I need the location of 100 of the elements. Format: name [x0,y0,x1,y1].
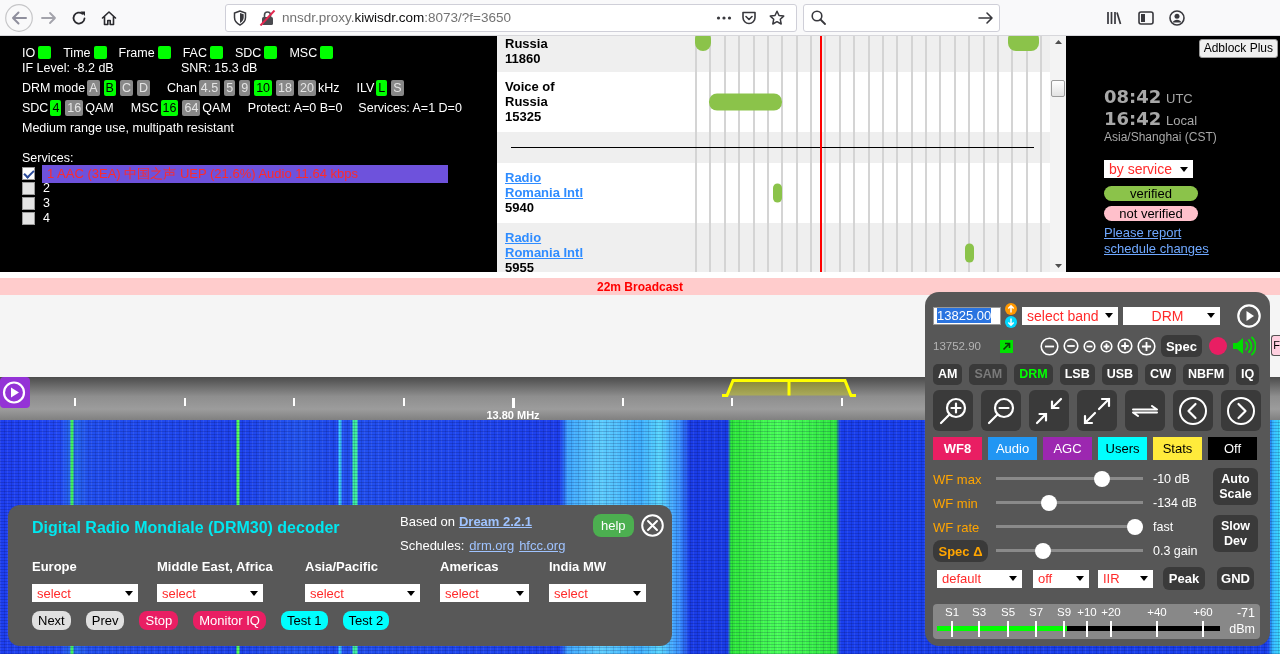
edge-button[interactable]: F [1271,335,1280,356]
star-icon[interactable] [769,9,785,26]
zoom-out-button[interactable] [981,390,1021,431]
panel-tab[interactable]: Off [1208,437,1257,460]
zoom-max-button[interactable] [1077,390,1117,431]
spec-button[interactable]: Spec [1161,335,1202,357]
decoder-button[interactable]: Prev [85,611,125,630]
indicator-label: Time [63,45,91,60]
minus-circle-icon[interactable] [1063,338,1079,354]
region-select[interactable]: select [157,584,263,602]
service-item[interactable]: 4 [42,211,448,226]
slider-thumb[interactable] [1035,543,1052,559]
panel-tab[interactable]: Stats [1153,437,1202,460]
region-select[interactable]: select [32,584,138,602]
speaker-icon[interactable] [1232,336,1256,356]
step-forward-button[interactable] [1221,390,1261,431]
close-icon[interactable] [640,514,664,537]
plus-circle-icon[interactable] [1117,338,1133,354]
scrollbar-thumb[interactable] [1051,80,1065,97]
shield-icon[interactable] [233,9,247,26]
slider-thumb[interactable] [1040,495,1057,511]
region-select[interactable]: select [305,584,420,602]
passband-marker[interactable] [722,379,856,397]
slider-thumb[interactable] [1127,519,1143,535]
step-back-button[interactable] [1173,390,1213,431]
mode-button[interactable]: USB [1101,364,1139,385]
mode-button[interactable]: DRM [1014,364,1053,385]
side-button[interactable]: Slow Dev [1213,515,1258,552]
span-button[interactable] [1125,390,1165,431]
panel-tab[interactable]: Users [1098,437,1147,460]
checkbox[interactable] [22,182,35,195]
back-icon[interactable] [5,3,33,32]
decoder-button[interactable]: Test 1 [280,611,328,630]
mode-button[interactable]: AM [933,364,963,385]
sort-select[interactable]: by service [1104,160,1193,178]
plus-circle-icon[interactable] [1137,336,1156,356]
dream-link[interactable]: Dream 2.2.1 [458,513,532,529]
schedule-link[interactable]: hfcc.org [519,537,566,553]
decoder-button[interactable]: Next [32,611,71,630]
pocket-icon[interactable] [741,9,757,26]
option-select[interactable]: off [1033,569,1089,588]
reload-icon[interactable] [71,9,87,26]
account-icon[interactable] [1169,9,1185,26]
external-link-icon[interactable] [1000,339,1013,353]
mode-button[interactable]: CW [1145,364,1176,385]
scroll-up-icon[interactable] [1054,40,1062,44]
mode-select[interactable]: DRM [1123,306,1220,325]
home-icon[interactable] [101,9,117,26]
report-link[interactable]: Please report schedule changes [1104,225,1222,257]
panel-tab[interactable]: WF8 [933,437,982,460]
mode-button[interactable]: NBFM [1182,364,1230,385]
meter-tick [1035,621,1037,637]
minus-circle-icon[interactable] [1040,336,1059,356]
play-icon[interactable] [1237,303,1261,328]
play-icon[interactable] [0,377,30,408]
toggle-button[interactable]: Peak [1163,567,1205,590]
library-icon[interactable] [1106,9,1122,26]
region-select[interactable]: select [440,584,529,602]
caret-icon [633,590,641,596]
chevron-left-circle-icon [1178,395,1208,426]
checkbox[interactable] [22,167,35,180]
panel-tab[interactable]: AGC [1043,437,1092,460]
option-indicator: D [136,80,150,96]
spec-delta-button[interactable]: Spec Δ [933,540,988,562]
step-down-icon[interactable] [1005,316,1017,328]
meter-scale-label: +10 [1077,606,1097,619]
plus-circle-icon[interactable] [1100,339,1113,353]
checkbox[interactable] [22,212,35,225]
side-button[interactable]: Auto Scale [1213,468,1258,505]
zoom-fit-button[interactable] [1029,390,1069,431]
option-select[interactable]: default [937,569,1022,588]
zoom-in-button[interactable] [933,390,973,431]
option-indicator: 10 [254,80,273,96]
band-select[interactable]: select band [1022,306,1118,325]
adblock-button[interactable]: Adblock Plus [1198,39,1278,58]
mode-button[interactable]: IQ [1236,364,1260,385]
scroll-down-icon[interactable] [1054,264,1062,268]
minus-circle-icon[interactable] [1083,339,1096,353]
insecure-lock-icon[interactable] [259,9,276,26]
slider-thumb[interactable] [1094,471,1111,487]
step-up-icon[interactable] [1005,303,1017,315]
checkbox[interactable] [22,197,35,210]
mode-button[interactable]: LSB [1059,364,1095,385]
search-field[interactable] [803,3,1000,32]
decoder-button[interactable]: Stop [139,611,179,630]
decoder-button[interactable]: Test 2 [342,611,390,630]
option-select[interactable]: IIR [1098,569,1153,588]
decoder-button[interactable]: Monitor IQ [193,611,266,630]
service-item[interactable]: 2 [42,181,448,196]
toggle-button[interactable]: GND [1217,567,1254,590]
service-item[interactable]: 3 [42,196,448,211]
slider-value: -10 dB [1153,472,1190,486]
sidebar-icon[interactable] [1138,9,1154,26]
scrollbar[interactable] [1050,36,1066,272]
go-arrow-icon[interactable] [978,9,994,26]
frequency-input[interactable]: 13825.00 [933,306,1001,325]
region-select[interactable]: select [549,584,646,602]
address-bar[interactable]: nnsdr.proxy.kiwisdr.com:8073/?f=3650 [225,3,797,32]
schedule-link[interactable]: drm.org [469,537,515,553]
region-label: Asia/Pacific [305,560,378,574]
